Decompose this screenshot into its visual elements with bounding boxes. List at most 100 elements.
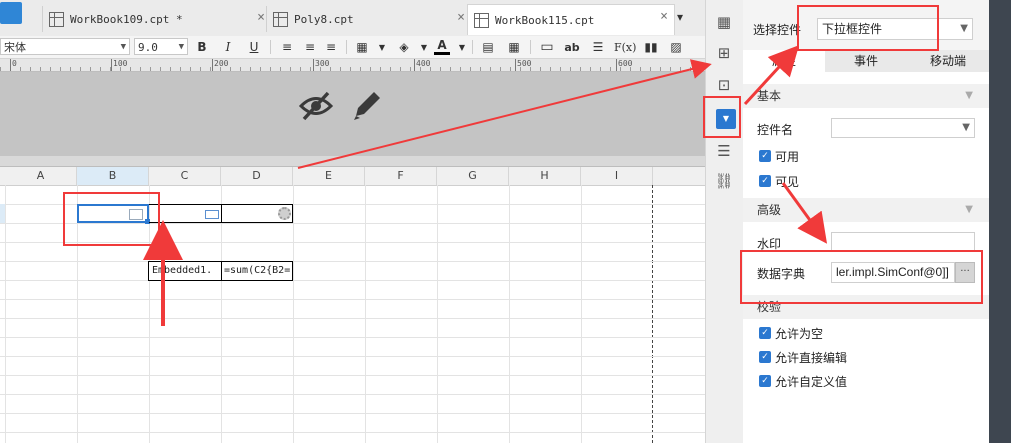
chevron-down-icon: ▼ xyxy=(965,90,973,101)
allow-custom-value-label: 允许自定义值 xyxy=(775,375,848,389)
watermark-input[interactable] xyxy=(831,232,975,252)
cell-c4[interactable]: Embedded1. xyxy=(148,261,222,281)
tab-workbook109[interactable]: WorkBook109.cpt * × xyxy=(42,6,271,32)
column-header-f[interactable]: F xyxy=(365,167,437,185)
font-color-icon[interactable]: A xyxy=(434,38,450,55)
column-header-g[interactable]: G xyxy=(437,167,509,185)
paragraph-icon[interactable]: ☰ xyxy=(590,38,606,56)
column-header-c[interactable]: C xyxy=(149,167,221,185)
bar-chart-icon[interactable]: ▮▮ xyxy=(643,38,659,56)
chevron-down-icon[interactable]: ▼ xyxy=(454,38,470,56)
report-file-icon xyxy=(273,11,288,27)
split-cells-icon[interactable]: ▦ xyxy=(506,38,522,56)
merge-cells-icon[interactable]: ▤ xyxy=(480,38,496,56)
parameter-pane xyxy=(0,72,705,156)
column-header-h[interactable]: H xyxy=(509,167,581,185)
grid-line xyxy=(0,318,705,319)
tab-label: Poly8.cpt xyxy=(294,12,354,26)
close-tab-icon[interactable]: × xyxy=(457,10,465,25)
section-basic[interactable]: 基本 ▼ xyxy=(743,84,989,108)
crop-icon[interactable]: ⊡ xyxy=(714,75,734,95)
close-tab-icon[interactable]: × xyxy=(257,10,265,25)
control-name-input[interactable]: ▼ xyxy=(831,118,975,138)
text-tool-icon[interactable]: ab xyxy=(564,38,580,56)
tab-label: WorkBook115.cpt xyxy=(495,13,595,27)
chevron-down-icon[interactable]: ▼ xyxy=(374,38,390,56)
section-basic-title: 基本 xyxy=(757,89,782,103)
close-tab-icon[interactable]: × xyxy=(660,9,668,24)
column-header-a[interactable]: A xyxy=(5,167,77,185)
visible-label: 可见 xyxy=(775,175,800,189)
allow-custom-value-checkbox[interactable]: ✓ xyxy=(759,375,771,387)
file-tab-bar: WorkBook109.cpt * × Poly8.cpt × WorkBook… xyxy=(0,0,705,37)
column-header-d[interactable]: D xyxy=(221,167,293,185)
border-icon[interactable]: ▦ xyxy=(354,38,370,56)
tab-events[interactable]: 事件 xyxy=(825,50,907,72)
allow-empty-checkbox[interactable]: ✓ xyxy=(759,327,771,339)
ruler-label: 100 xyxy=(113,59,128,68)
tab-properties[interactable]: 属性 xyxy=(743,50,825,72)
column-header-b[interactable]: B xyxy=(77,167,149,185)
parameter-pane-splitter[interactable] xyxy=(0,156,705,167)
section-advanced-title: 高级 xyxy=(757,203,782,217)
toolbar-divider xyxy=(530,40,531,54)
cell-d4[interactable]: =sum(C2{B2= xyxy=(221,261,293,281)
tab-poly8[interactable]: Poly8.cpt × xyxy=(266,6,471,32)
widget-icon-strip: ▦ ⊞ ⊡ ▼ ☰ ⛓ xyxy=(705,0,744,443)
tab-menu-icon[interactable]: ▾ xyxy=(677,10,683,24)
fill-color-icon[interactable]: ◈ xyxy=(396,38,412,56)
tab-mobile[interactable]: 移动端 xyxy=(907,50,989,72)
allow-direct-edit-checkbox[interactable]: ✓ xyxy=(759,351,771,363)
annotation-box-control-type xyxy=(797,5,939,51)
font-size-select[interactable]: 9.0 ▼ xyxy=(134,38,188,55)
grid-line xyxy=(0,394,705,395)
toolbar-divider xyxy=(472,40,473,54)
eye-slash-icon[interactable] xyxy=(298,90,334,122)
ruler-major-tick xyxy=(10,59,11,71)
font-family-value: 宋体 xyxy=(4,41,26,54)
underline-button[interactable]: U xyxy=(246,38,262,56)
grid-line xyxy=(0,356,705,357)
workbook-file-icon xyxy=(474,12,489,28)
align-center-icon[interactable]: ≡ xyxy=(302,38,318,56)
textbox-widget[interactable] xyxy=(205,210,219,219)
horizontal-ruler: 0 100 200 300 400 500 600 xyxy=(0,59,705,72)
layout-icon[interactable]: ▦ xyxy=(714,12,734,32)
chevron-down-icon: ▼ xyxy=(178,42,184,52)
grid-line xyxy=(0,261,705,262)
pencil-icon[interactable] xyxy=(350,88,382,122)
annotation-box-cell xyxy=(63,192,160,246)
grid-line xyxy=(0,280,705,281)
chevron-down-icon[interactable]: ▼ xyxy=(416,38,432,56)
font-size-value: 9.0 xyxy=(138,41,158,54)
table-icon[interactable]: ⊞ xyxy=(714,43,734,63)
annotation-box-widget-icon xyxy=(703,96,741,138)
insert-control-icon[interactable]: ▭ xyxy=(539,38,555,56)
bold-button[interactable]: B xyxy=(194,38,210,56)
tab-label: WorkBook109.cpt * xyxy=(70,12,183,26)
format-toolbar: 宋体 ▼ 9.0 ▼ B I U ≡ ≡ ≡ ▦ ▼ ◈ ▼ A ▼ ▤ ▦ ▭… xyxy=(0,36,705,59)
visible-checkbox[interactable]: ✓ xyxy=(759,175,771,187)
allow-empty-label: 允许为空 xyxy=(775,327,824,341)
ruler-major-tick xyxy=(212,59,213,71)
enabled-checkbox[interactable]: ✓ xyxy=(759,150,771,162)
chevron-down-icon: ▼ xyxy=(962,122,970,133)
section-advanced[interactable]: 高级 ▼ xyxy=(743,198,989,222)
column-header-e[interactable]: E xyxy=(293,167,365,185)
ruler-major-tick xyxy=(414,59,415,71)
image-icon[interactable]: ▨ xyxy=(668,38,684,56)
font-family-select[interactable]: 宋体 ▼ xyxy=(0,38,130,55)
formula-icon[interactable]: F(x) xyxy=(614,38,636,56)
italic-button[interactable]: I xyxy=(220,38,236,56)
link-icon[interactable]: ⛓ xyxy=(714,171,734,191)
list-icon[interactable]: ☰ xyxy=(714,141,734,161)
cell-d2[interactable] xyxy=(221,204,293,223)
grid-line xyxy=(0,375,705,376)
tab-workbook115[interactable]: WorkBook115.cpt × xyxy=(467,4,675,35)
align-left-icon[interactable]: ≡ xyxy=(279,38,295,56)
align-right-icon[interactable]: ≡ xyxy=(323,38,339,56)
column-header-i[interactable]: I xyxy=(581,167,653,185)
toolbar-divider xyxy=(270,40,271,54)
ruler-label: 0 xyxy=(12,59,17,68)
chevron-down-icon: ▼ xyxy=(965,204,973,215)
